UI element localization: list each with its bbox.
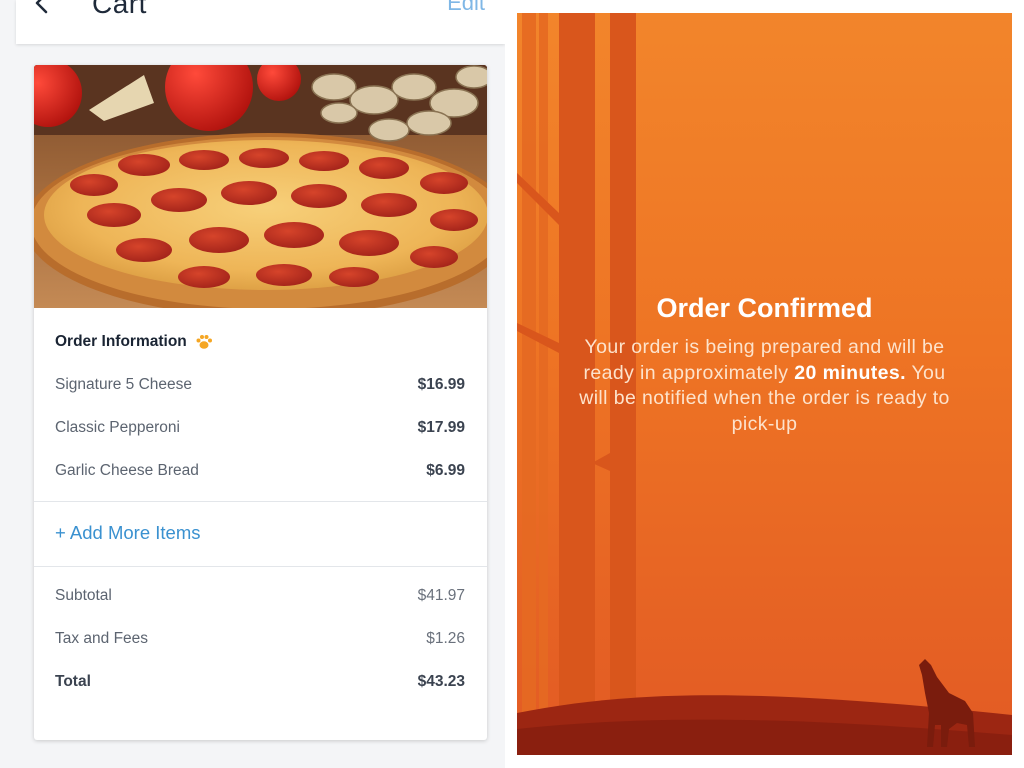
- order-confirmed-title: Order Confirmed: [656, 293, 873, 323]
- subtotal-row: Subtotal $41.97: [55, 587, 465, 605]
- cart-title: Cart: [92, 0, 147, 19]
- paw-icon: [196, 335, 212, 349]
- divider: [34, 501, 487, 502]
- edit-button[interactable]: Edit: [447, 0, 485, 16]
- subtotal-label: Subtotal: [55, 587, 112, 604]
- cart-header: Cart Edit: [16, 0, 505, 44]
- order-item-price: $17.99: [417, 419, 465, 436]
- order-confirmed-message: Your order is being prepared and will be…: [567, 335, 962, 437]
- order-item-price: $6.99: [426, 462, 465, 479]
- order-information-label: Order Information: [55, 333, 187, 350]
- tax-row: Tax and Fees $1.26: [55, 630, 465, 648]
- order-information-heading: Order Information: [55, 333, 213, 351]
- order-item-price: $16.99: [417, 376, 465, 393]
- total-row: Total $43.23: [55, 673, 465, 691]
- tax-value: $1.26: [426, 630, 465, 647]
- subtotal-value: $41.97: [417, 587, 465, 604]
- order-item-row: Classic Pepperoni $17.99: [55, 419, 465, 437]
- order-item-name: Signature 5 Cheese: [55, 376, 193, 393]
- order-item-row: Garlic Cheese Bread $6.99: [55, 462, 465, 480]
- order-confirmed-screen: Order Confirmed Your order is being prep…: [517, 13, 1012, 755]
- add-more-items-button[interactable]: + Add More Items: [55, 522, 201, 544]
- divider: [34, 566, 487, 567]
- tax-label: Tax and Fees: [55, 630, 149, 647]
- order-item-row: Signature 5 Cheese $16.99: [55, 376, 465, 394]
- cart-screen: Cart Edit Order Information Signature 5 …: [0, 0, 505, 768]
- back-chevron-icon[interactable]: [34, 0, 48, 14]
- total-value: $43.23: [417, 673, 465, 690]
- pickup-time: 20 minutes.: [794, 361, 906, 384]
- pizza-image: [34, 65, 487, 308]
- order-item-name: Classic Pepperoni: [55, 419, 180, 436]
- total-label: Total: [55, 673, 91, 690]
- order-card: Order Information Signature 5 Cheese $16…: [34, 65, 487, 740]
- order-item-name: Garlic Cheese Bread: [55, 462, 199, 479]
